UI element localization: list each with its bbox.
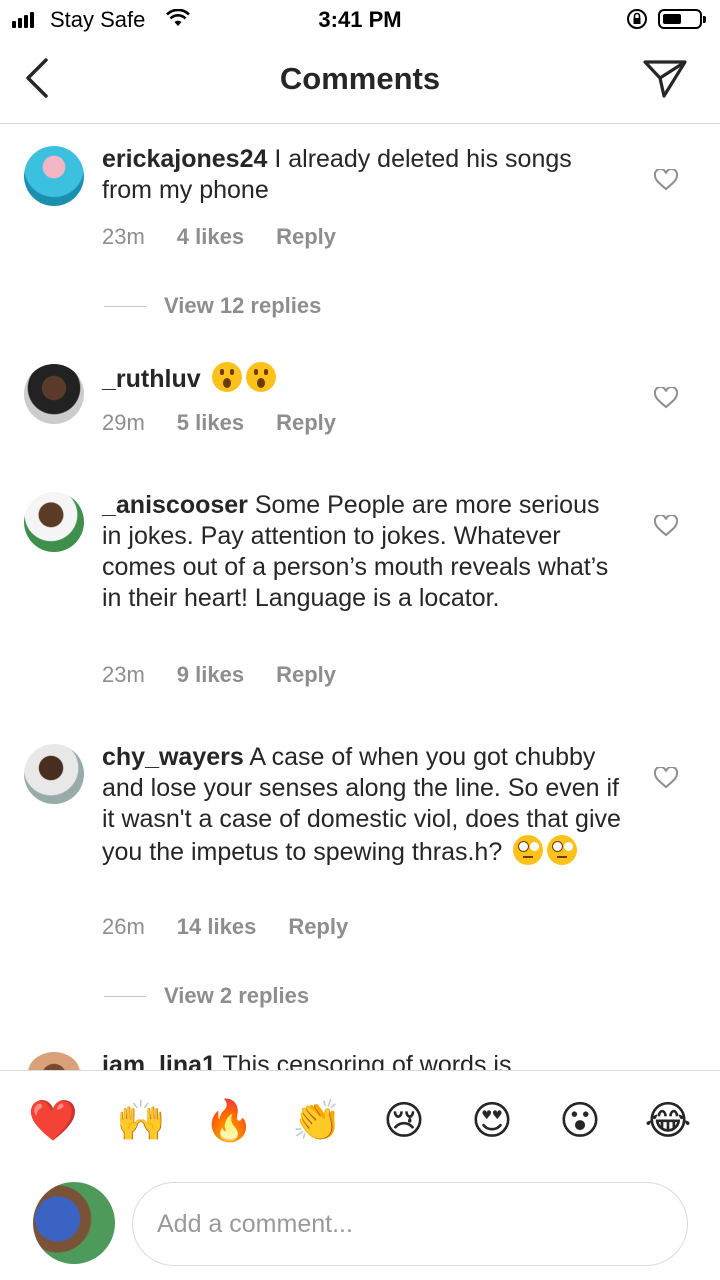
like-heart-icon[interactable] bbox=[654, 169, 678, 191]
battery-icon bbox=[658, 9, 706, 29]
comment-text: _aniscooser Some People are more serious… bbox=[102, 491, 609, 612]
comment-meta: 23m 4 likes Reply bbox=[102, 224, 368, 250]
like-heart-icon[interactable] bbox=[654, 387, 678, 409]
heart-eyes-emoji-button[interactable]: 😍 bbox=[468, 1099, 516, 1143]
fire-emoji-button[interactable]: 🔥 bbox=[204, 1099, 254, 1143]
status-bar: Stay Safe 3:41 PM bbox=[0, 0, 720, 40]
clock: 3:41 PM bbox=[318, 7, 402, 32]
comment-text: erickajones24 I already deleted his song… bbox=[102, 145, 572, 204]
page-title: Comments bbox=[279, 61, 441, 96]
avatar[interactable] bbox=[24, 744, 84, 804]
comment-list[interactable]: erickajones24 I already deleted his song… bbox=[0, 124, 720, 1070]
view-replies-button[interactable]: View 12 replies bbox=[104, 293, 321, 319]
clapping-hands-emoji-button[interactable]: 👏 bbox=[292, 1099, 342, 1143]
comment-username[interactable]: chy_wayers bbox=[102, 743, 244, 771]
my-avatar[interactable] bbox=[33, 1182, 115, 1264]
crying-face-emoji-button[interactable]: 😢 bbox=[380, 1099, 428, 1143]
comment-composer: Add a comment... bbox=[0, 1172, 720, 1280]
direct-message-icon[interactable] bbox=[642, 58, 688, 100]
avatar[interactable] bbox=[24, 146, 84, 206]
comment-time: 26m bbox=[102, 914, 145, 939]
comment-meta: 29m 5 likes Reply bbox=[102, 410, 368, 436]
eye-roll-emoji-icon bbox=[547, 835, 578, 865]
reply-button[interactable]: Reply bbox=[288, 914, 348, 940]
surprised-emoji-icon bbox=[211, 362, 242, 392]
rotation-lock-icon bbox=[627, 9, 647, 29]
surprised-emoji-icon bbox=[245, 362, 276, 392]
comment-likes[interactable]: 14 likes bbox=[177, 914, 257, 940]
raising-hands-emoji-button[interactable]: 🙌 bbox=[116, 1099, 166, 1143]
comment-likes[interactable]: 5 likes bbox=[177, 410, 244, 436]
surprised-face-emoji-button[interactable]: 😮 bbox=[556, 1099, 604, 1143]
view-replies-button[interactable]: View 2 replies bbox=[104, 983, 309, 1009]
comment-meta: 23m 9 likes Reply bbox=[102, 662, 368, 688]
emoji-quick-bar: ❤️ 🙌 🔥 👏 😢 😍 😮 😂 bbox=[0, 1070, 720, 1172]
red-heart-emoji-button[interactable]: ❤️ bbox=[28, 1099, 78, 1143]
comment-likes[interactable]: 4 likes bbox=[177, 224, 244, 250]
reply-button[interactable]: Reply bbox=[276, 662, 336, 688]
comment-meta: 26m 14 likes Reply bbox=[102, 914, 380, 940]
tears-of-joy-emoji-button[interactable]: 😂 bbox=[644, 1099, 692, 1143]
comment-username[interactable]: _ruthluv bbox=[102, 365, 201, 393]
reply-button[interactable]: Reply bbox=[276, 410, 336, 436]
comment-likes[interactable]: 9 likes bbox=[177, 662, 244, 688]
comment-text: iam_lina1 This censoring of words is bbox=[102, 1050, 622, 1070]
nav-bar: Comments bbox=[0, 40, 720, 124]
comment-text: _ruthluv bbox=[102, 362, 622, 395]
comment-time: 23m bbox=[102, 224, 145, 249]
comment-username[interactable]: _aniscooser bbox=[102, 491, 248, 519]
like-heart-icon[interactable] bbox=[654, 515, 678, 537]
add-comment-input[interactable]: Add a comment... bbox=[132, 1182, 688, 1266]
reply-button[interactable]: Reply bbox=[276, 224, 336, 250]
comment-text: chy_wayers A case of when you got chubby… bbox=[102, 743, 621, 866]
comment-username[interactable]: erickajones24 bbox=[102, 145, 267, 173]
avatar[interactable] bbox=[24, 364, 84, 424]
eye-roll-emoji-icon bbox=[513, 835, 544, 865]
comment-username[interactable]: iam_lina1 bbox=[102, 1051, 216, 1070]
comment-time: 29m bbox=[102, 410, 145, 435]
comment-time: 23m bbox=[102, 662, 145, 687]
like-heart-icon[interactable] bbox=[654, 767, 678, 789]
avatar[interactable] bbox=[24, 492, 84, 552]
avatar[interactable] bbox=[24, 1052, 84, 1070]
